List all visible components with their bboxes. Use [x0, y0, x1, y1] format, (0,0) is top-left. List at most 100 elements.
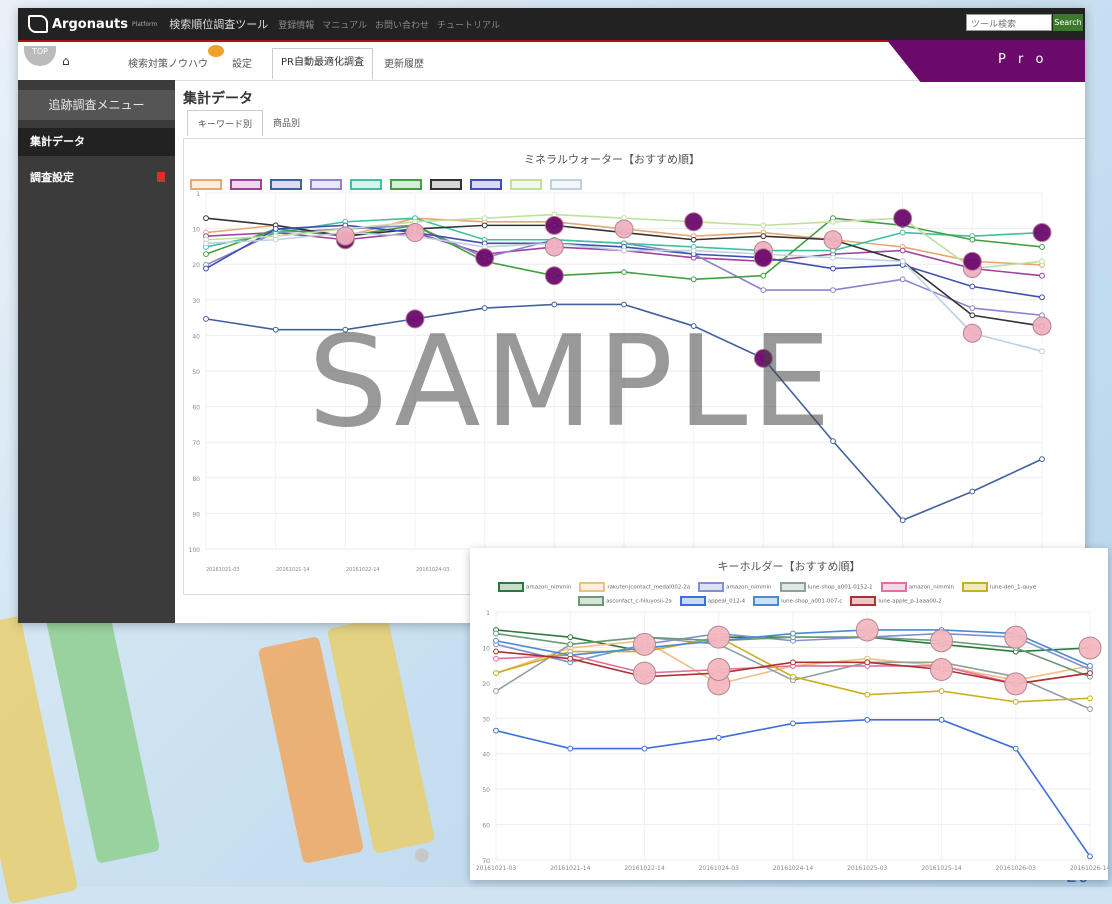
highlight-marker [1078, 636, 1102, 660]
highlight-marker [1032, 316, 1052, 336]
highlight-marker [405, 223, 425, 243]
y-tick-label: 40 [192, 333, 200, 340]
y-tick-label: 1 [486, 610, 490, 617]
data-point [493, 688, 499, 694]
data-point [272, 236, 279, 243]
highlight-marker [707, 625, 731, 649]
plan-label: P r o [998, 52, 1048, 67]
highlight-marker [614, 219, 634, 239]
top-bar: Argonauts Platform 検索順位調査ツール 登録情報 マニュアル … [18, 8, 1085, 40]
top-badge[interactable]: TOP [24, 46, 56, 66]
data-point [1087, 670, 1093, 677]
tab-by-product[interactable]: 商品別 [263, 110, 310, 136]
sidebar-item-settings[interactable]: 調査設定 [18, 164, 175, 192]
data-point [790, 673, 796, 680]
data-point [760, 222, 767, 229]
x-tick-label: 20161021-14 [550, 865, 591, 872]
highlight-marker [962, 251, 982, 271]
data-point [830, 254, 836, 261]
y-tick-label: 30 [192, 298, 200, 305]
data-point [621, 301, 627, 308]
data-point [1039, 258, 1045, 265]
tab-pr-optimization[interactable]: PR自動最適化調査 [272, 48, 373, 79]
data-point [1087, 706, 1093, 712]
data-point [567, 745, 574, 752]
data-point [1039, 294, 1045, 301]
data-point [203, 240, 209, 247]
highlight-marker [930, 629, 953, 653]
data-point [621, 247, 627, 254]
data-point [567, 641, 574, 648]
x-tick-label: 20161025-03 [847, 865, 888, 872]
logo[interactable]: Argonauts Platform [28, 15, 157, 33]
data-point [938, 716, 945, 723]
data-point [1087, 853, 1093, 860]
x-tick-label: 20161026-03 [996, 865, 1037, 872]
data-point [690, 247, 697, 254]
x-tick-label: 20161022-14 [624, 865, 665, 872]
new-badge [208, 45, 224, 57]
data-point [899, 229, 906, 236]
highlight-marker [1004, 625, 1028, 649]
tab-update-history[interactable]: 更新履歴 [384, 55, 424, 70]
y-tick-label: 20 [192, 262, 200, 269]
highlight-marker [855, 618, 879, 642]
highlight-marker [707, 658, 731, 682]
data-point [938, 688, 945, 694]
data-point [551, 301, 558, 308]
data-point [864, 691, 871, 698]
logo-subtext: Platform [131, 20, 158, 28]
highlight-marker [633, 661, 656, 685]
data-point [272, 326, 279, 333]
y-tick-label: 20 [482, 681, 490, 688]
data-point [830, 265, 836, 272]
pro-banner [886, 40, 1085, 82]
highlight-marker [633, 632, 656, 656]
sidebar-item-aggregate[interactable]: 集計データ [18, 128, 175, 156]
data-point [760, 233, 767, 240]
x-tick-label: 20161021-14 [276, 567, 310, 573]
y-tick-label: 100 [189, 547, 201, 554]
data-point [203, 251, 209, 258]
data-point [567, 634, 574, 641]
data-point [1039, 244, 1045, 250]
y-tick-label: 50 [192, 369, 200, 376]
data-point [493, 655, 499, 662]
highlight-marker [475, 248, 495, 268]
search-input[interactable]: ツール検索 [966, 14, 1052, 31]
logo-text: Argonauts [52, 16, 128, 32]
x-tick-label: 20161024-03 [416, 567, 450, 573]
tab-by-keyword[interactable]: キーワード別 [187, 110, 264, 136]
highlight-marker [930, 658, 953, 682]
x-tick-label: 20161025-14 [921, 865, 962, 872]
sidebar: 追跡調査メニュー 集計データ 調査設定 [18, 80, 175, 623]
sample-watermark: SAMPLE [308, 308, 836, 455]
highlight-marker [544, 215, 564, 235]
home-icon[interactable]: ⌂ [62, 54, 70, 68]
highlight-marker [753, 248, 773, 268]
tab-seo-knowhow[interactable]: 検索対策ノウハウ [128, 55, 208, 70]
data-point [899, 247, 906, 254]
data-point [481, 215, 488, 222]
data-point [864, 716, 871, 723]
y-tick-label: 60 [192, 405, 200, 412]
tool-name[interactable]: 検索順位調査ツール [169, 16, 268, 32]
data-point [1087, 695, 1093, 702]
nav-manual[interactable]: マニュアル [322, 18, 367, 31]
x-tick-label: 20161021-03 [206, 567, 240, 573]
highlight-marker [335, 226, 355, 246]
nav-tutorial[interactable]: チュートリアル [437, 18, 500, 31]
data-point [1012, 745, 1019, 752]
data-point [203, 315, 209, 322]
data-point [969, 283, 976, 290]
subtabs: キーワード別 商品別 [187, 110, 310, 136]
search-button[interactable]: Search [1053, 14, 1083, 31]
y-tick-label: 80 [192, 476, 200, 483]
nav-registration[interactable]: 登録情報 [278, 18, 314, 31]
data-point [969, 305, 976, 311]
data-point [272, 226, 279, 232]
overlay-chart-card: キーホルダー【おすすめ順】 amazon_nimmin rakuten|conta… [470, 548, 1108, 880]
tab-settings[interactable]: 設定 [232, 55, 252, 70]
nav-contact[interactable]: お問い合わせ [375, 18, 429, 31]
y-tick-label: 10 [482, 645, 490, 652]
